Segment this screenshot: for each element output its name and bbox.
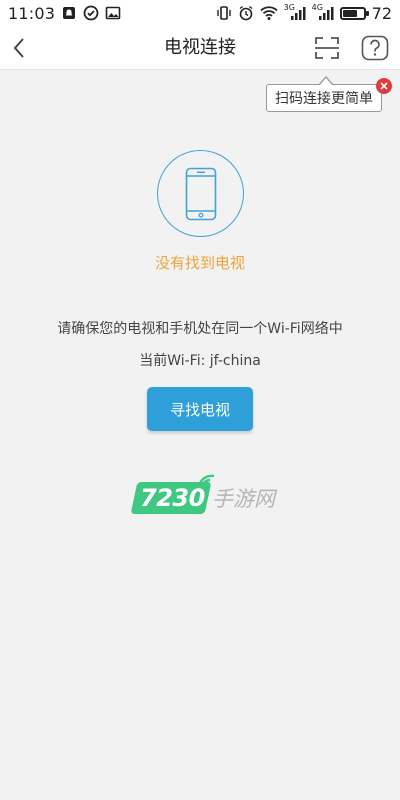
chevron-left-icon: [13, 38, 24, 58]
find-tv-button[interactable]: 寻找电视: [147, 387, 253, 431]
current-wifi: 当前Wi-Fi: jf-china: [139, 353, 261, 369]
status-time: 11:03: [8, 3, 56, 23]
status-bar: 11:03 3G 4G 72: [0, 0, 400, 26]
watermark-logo: 7230 手游网: [130, 474, 294, 524]
tooltip-text: 扫码连接更简单: [275, 91, 373, 107]
battery-fill: [342, 9, 357, 17]
tooltip-arrow-inner: [319, 78, 333, 86]
help-icon: [361, 35, 389, 61]
back-button[interactable]: [4, 32, 34, 64]
scan-button[interactable]: [312, 34, 342, 62]
app-header: 电视连接: [0, 26, 400, 70]
scan-tooltip: 扫码连接更简单: [266, 84, 382, 112]
signal-4g: 4G: [312, 3, 334, 21]
alarm-icon: [239, 5, 253, 21]
watermark-number: 7230: [140, 484, 205, 512]
not-found-status: 没有找到电视: [154, 254, 245, 272]
phone-illustration: [157, 150, 244, 237]
status-right: 3G 4G 72: [216, 3, 392, 23]
wifi-icon: [260, 6, 278, 20]
battery-percent: 72: [371, 3, 392, 23]
network-hint: 请确保您的电视和手机处在同一个Wi-Fi网络中: [57, 321, 343, 337]
battery-icon: [339, 6, 369, 20]
signal-bars-icon: [318, 7, 334, 20]
image-icon: [105, 6, 121, 20]
check-circle-icon: [83, 5, 99, 21]
phone-icon: [185, 167, 216, 220]
watermark-text: 手游网: [212, 487, 275, 511]
scan-icon: [315, 37, 339, 59]
signal-bars-icon: [290, 7, 306, 20]
signal-3g: 3G: [284, 3, 306, 21]
close-icon: [380, 82, 388, 90]
status-left: 11:03: [8, 4, 121, 23]
tooltip-close-button[interactable]: [376, 78, 392, 94]
help-button[interactable]: [361, 34, 389, 62]
notification-icon: [63, 7, 76, 19]
vibrate-icon: [216, 6, 231, 20]
